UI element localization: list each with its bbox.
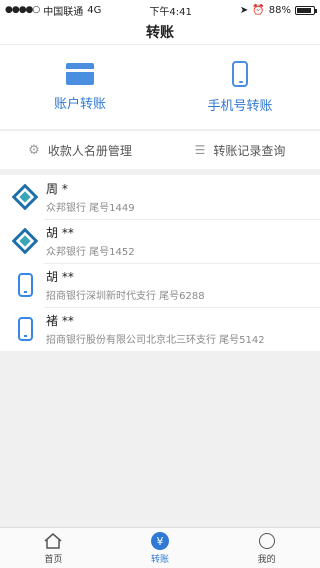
payee-book-label: 收款人名册管理 [47,143,132,158]
payee-bank-detail: 招商银行深圳新时代支行 尾号6288 [46,291,205,302]
mobile-phone-icon [17,317,33,341]
payee-list: 周 * 众邦银行 尾号1449 胡 ** 众邦银行 尾号1452 胡 ** 招商… [0,175,320,351]
carrier-label: 中国联通 [43,6,84,18]
transfer-actions: 账户转账 手机号转账 [0,44,320,129]
tab-home[interactable]: 首页 [0,528,107,568]
phone-transfer-label: 手机号转账 [207,98,273,114]
location-icon: ➤ [239,4,249,16]
payee-bank-detail: 众邦银行 尾号1452 [46,247,135,258]
payee-item[interactable]: 胡 ** 众邦银行 尾号1452 [0,219,320,263]
payee-book-button[interactable]: ⚙ 收款人名册管理 [0,131,160,169]
page-title: 转账 [146,25,174,41]
home-icon [43,531,63,551]
payee-item[interactable]: 褚 ** 招商银行股份有限公司北京北三环支行 尾号5142 [0,307,320,351]
tab-bar: 首页 ¥ 转账 我的 [0,527,320,568]
payee-tools: ⚙ 收款人名册管理 ☰ 转账记录查询 [0,130,320,169]
navigation-bar: 转账 [0,20,320,44]
bank-logo-icon [12,184,38,210]
signal-icon: ●●●●○ [5,5,40,15]
yen-icon: ¥ [151,532,169,550]
tab-transfer-label: 转账 [151,555,170,565]
tab-profile[interactable]: 我的 [213,528,320,568]
payee-name: 褚 ** [46,314,74,328]
payee-bank-detail: 招商银行股份有限公司北京北三环支行 尾号5142 [46,335,265,346]
tab-profile-label: 我的 [257,555,276,565]
payee-item[interactable]: 周 * 众邦银行 尾号1449 [0,175,320,219]
network-label: 4G [87,4,102,16]
account-transfer-label: 账户转账 [53,96,106,112]
payee-name: 胡 ** [46,226,74,240]
bank-logo-icon [12,228,38,254]
gear-icon: ⚙ [28,142,40,158]
bank-card-icon [66,62,94,85]
phone-transfer-button[interactable]: 手机号转账 [160,45,320,129]
list-icon: ☰ [194,143,206,157]
battery-icon [295,5,317,15]
payee-name: 胡 ** [46,270,74,284]
payee-name: 周 * [46,182,68,196]
transfer-history-button[interactable]: ☰ 转账记录查询 [160,131,320,169]
status-bar: ●●●●○ 中国联通 4G 下午4:41 ➤ ⏰ 88% [0,0,320,20]
mobile-phone-icon [232,60,248,87]
profile-icon [258,533,275,549]
alarm-icon: ⏰ [252,4,265,16]
tab-transfer[interactable]: ¥ 转账 [107,528,214,568]
battery-percent: 88% [268,4,291,16]
account-transfer-button[interactable]: 账户转账 [0,45,160,129]
payee-item[interactable]: 胡 ** 招商银行深圳新时代支行 尾号6288 [0,263,320,307]
tab-home-label: 首页 [44,555,63,565]
clock: 下午4:41 [149,6,192,18]
mobile-phone-icon [17,273,33,297]
transfer-history-label: 转账记录查询 [213,143,286,158]
payee-bank-detail: 众邦银行 尾号1449 [46,203,135,214]
